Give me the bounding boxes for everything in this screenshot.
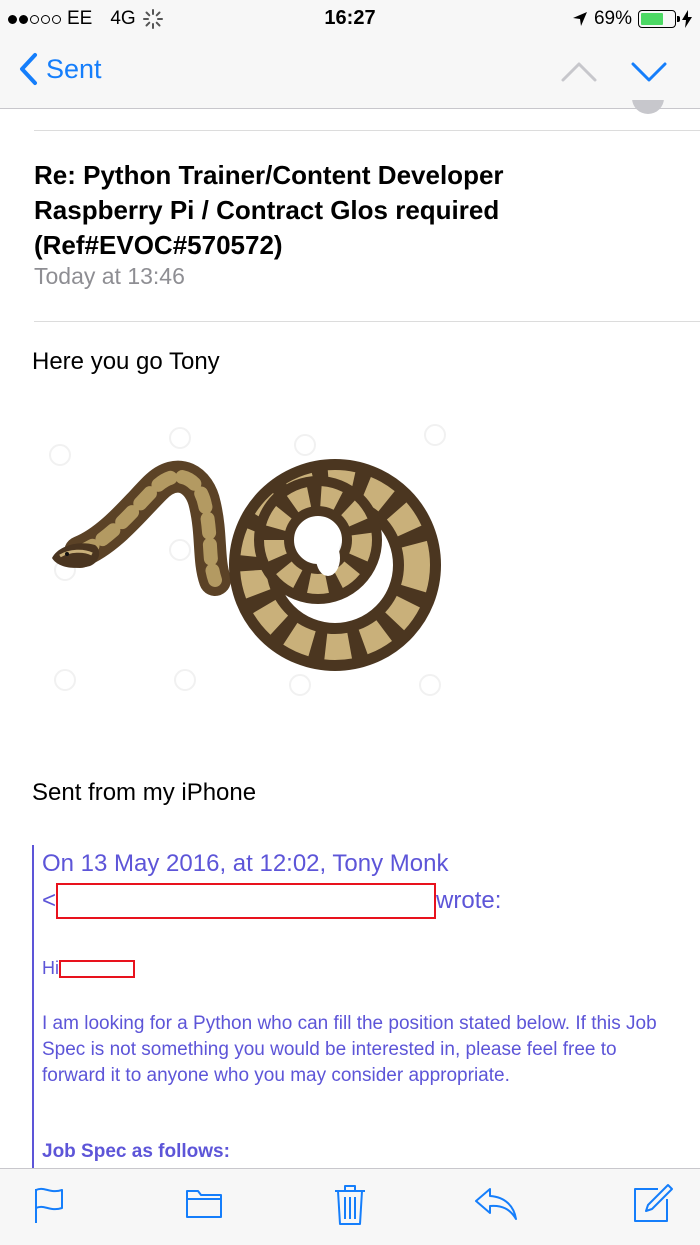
next-message-chevron-down-icon[interactable]	[630, 60, 668, 84]
quoted-greeting: Hi	[42, 958, 135, 979]
quoted-header-line: On 13 May 2016, at 12:02, Tony Monk	[42, 850, 449, 877]
status-bar: EE 4G 16:27 69%	[0, 0, 700, 40]
quoted-header: On 13 May 2016, at 12:02, Tony Monk < wr…	[42, 845, 692, 919]
quoted-header-lt: <	[42, 887, 57, 914]
navigation-bar: Sent	[0, 40, 700, 109]
bottom-toolbar	[0, 1168, 700, 1245]
quoted-paragraph: I am looking for a Python who can fill t…	[42, 1013, 657, 1086]
compose-icon[interactable]	[632, 1183, 674, 1225]
back-button[interactable]: Sent	[18, 52, 102, 86]
trash-icon[interactable]	[333, 1183, 367, 1227]
chevron-left-icon	[20, 53, 37, 85]
quoted-hi: Hi	[42, 958, 59, 978]
quoted-message: On 13 May 2016, at 12:02, Tony Monk < wr…	[32, 845, 692, 1175]
quoted-header-email-line: < wrote:	[42, 882, 692, 919]
redacted-name	[59, 959, 135, 978]
back-label: Sent	[46, 53, 102, 84]
email-greeting: Here you go Tony	[32, 348, 220, 375]
status-right: 69%	[572, 8, 692, 30]
folder-icon[interactable]	[185, 1185, 223, 1221]
battery-percent: 69%	[593, 8, 632, 29]
quoted-header-wrote: wrote:	[436, 887, 502, 914]
battery-icon	[638, 10, 680, 28]
email-signature: Sent from my iPhone	[32, 779, 257, 806]
redacted-email-address	[56, 882, 437, 919]
snake-image[interactable]	[40, 400, 460, 700]
reply-icon[interactable]	[474, 1187, 518, 1221]
battery-fill	[641, 13, 664, 25]
location-arrow-icon	[572, 12, 587, 26]
header-bottom-divider	[34, 321, 700, 322]
charging-bolt-icon	[682, 10, 692, 28]
header-top-divider	[34, 130, 700, 131]
previous-message-chevron-up-icon[interactable]	[560, 60, 598, 84]
scroll-indicator	[632, 100, 664, 114]
job-spec-heading: Job Spec as follows:	[42, 1141, 230, 1162]
flag-icon[interactable]	[32, 1185, 66, 1225]
email-date: Today at 13:46	[34, 263, 185, 289]
email-subject: Re: Python Trainer/Content Developer Ras…	[34, 160, 504, 260]
